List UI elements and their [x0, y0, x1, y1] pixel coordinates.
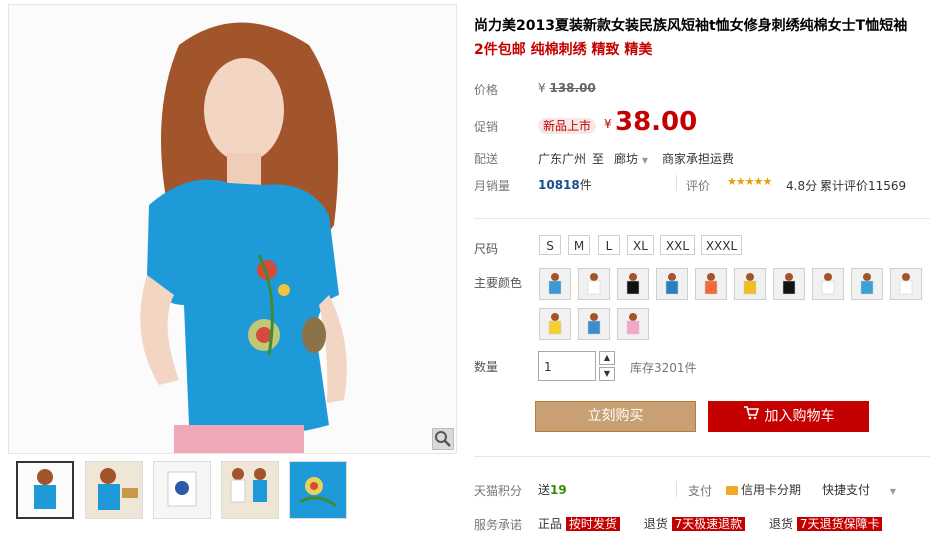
color-swatch[interactable] — [851, 268, 883, 300]
star-icon: ★★★★★ — [727, 175, 772, 188]
delivery-shipping: 商家承担运费 — [662, 152, 735, 166]
chevron-down-icon: ▼ — [641, 156, 648, 165]
color-swatch[interactable] — [734, 268, 766, 300]
credit-installment[interactable]: 信用卡分期 — [726, 481, 801, 498]
payment-divider — [676, 481, 677, 497]
review-count[interactable]: 累计评价11569 — [820, 177, 906, 194]
product-title: 尚力美2013夏装新款女装民族风短袖t恤女修身刺绣纯棉女士T恤短袖 — [474, 18, 908, 34]
color-swatch[interactable] — [578, 268, 610, 300]
delivery-label: 配送 — [474, 152, 499, 166]
delivery-destination[interactable]: 廊坊 ▼ — [614, 150, 648, 167]
sales-unit: 件 — [579, 178, 592, 192]
size-option-xxxl[interactable]: XXXL — [701, 235, 742, 255]
divider — [474, 218, 930, 219]
delivery-to-word: 至 — [592, 152, 605, 166]
rating-value: 4.8分 — [786, 179, 818, 193]
product-subtitle: 2件包邮 纯棉刺绣 精致 精美 — [474, 42, 653, 58]
points-number: 19 — [550, 483, 567, 497]
size-option-xl[interactable]: XL — [627, 235, 654, 255]
express-payment-text: 快捷支付 — [822, 483, 871, 497]
thumbnail-4[interactable] — [221, 461, 279, 519]
chevron-down-icon: ▼ — [603, 369, 611, 378]
quantity-input[interactable]: 1 — [538, 351, 596, 381]
sales-count-value: 10818 — [538, 178, 580, 192]
cart-icon — [743, 401, 759, 432]
service-item: 退货 — [643, 517, 668, 531]
original-currency: ¥ — [538, 81, 546, 95]
color-swatch[interactable] — [539, 268, 571, 300]
color-label: 主要颜色 — [474, 276, 523, 290]
size-label: 尺码 — [474, 242, 499, 256]
sales-count: 10818件 — [538, 176, 592, 193]
points-value: 送19 — [538, 481, 567, 498]
color-swatch[interactable] — [773, 268, 805, 300]
quantity-label: 数量 — [474, 360, 499, 374]
service-badge[interactable]: 按时发货 — [565, 517, 620, 531]
quantity-up-button[interactable]: ▲ — [599, 351, 615, 365]
color-swatch[interactable] — [539, 308, 571, 340]
size-option-xxl[interactable]: XXL — [660, 235, 695, 255]
main-product-image[interactable] — [8, 4, 457, 454]
payment-label: 支付 — [688, 484, 713, 498]
express-payment[interactable]: 快捷支付 ▼ — [822, 481, 896, 498]
thumbnail-3[interactable] — [153, 461, 211, 519]
rating-label: 评价 — [686, 179, 711, 193]
chevron-down-icon: ▼ — [889, 487, 896, 496]
promo-price: 38.00 — [615, 107, 698, 137]
service-item: 正品 — [538, 517, 563, 531]
size-option-s[interactable]: S — [539, 235, 561, 255]
buy-now-label: 立刻购买 — [587, 408, 644, 424]
thumbnail-5[interactable] — [289, 461, 347, 519]
points-label: 天猫积分 — [474, 484, 523, 498]
service-badge[interactable]: 7天退货保障卡 — [796, 517, 883, 531]
size-option-l[interactable]: L — [598, 235, 620, 255]
promo-label: 促销 — [474, 120, 499, 134]
add-to-cart-label: 加入购物车 — [764, 408, 835, 425]
thumbnail-2[interactable] — [85, 461, 143, 519]
quantity-down-button[interactable]: ▼ — [599, 367, 615, 381]
model-photo — [9, 5, 456, 453]
color-swatch[interactable] — [617, 308, 649, 340]
price-label: 价格 — [474, 83, 499, 97]
credit-card-icon — [726, 486, 738, 495]
add-to-cart-button[interactable]: 加入购物车 — [708, 401, 869, 432]
color-swatch[interactable] — [890, 268, 922, 300]
chevron-up-icon: ▲ — [603, 353, 611, 362]
sales-divider — [676, 175, 677, 191]
color-swatch[interactable] — [812, 268, 844, 300]
color-swatch[interactable] — [617, 268, 649, 300]
promo-badge-text: 新品上市 — [538, 118, 597, 134]
service-badge[interactable]: 7天极速退款 — [671, 517, 746, 531]
sales-label: 月销量 — [474, 179, 511, 193]
color-swatch[interactable] — [656, 268, 688, 300]
service-item: 退货 — [769, 517, 794, 531]
original-price: ¥ 138.00 — [538, 81, 596, 95]
divider — [474, 456, 930, 457]
service-items: 正品 按时发货 退货 7天极速退款 退货 7天退货保障卡 — [538, 515, 883, 532]
stock-text: 库存3201件 — [630, 361, 697, 375]
delivery-destination-text: 廊坊 — [614, 152, 639, 166]
original-price-value: 138.00 — [549, 81, 596, 95]
size-option-m[interactable]: M — [568, 235, 590, 255]
magnifier-icon[interactable] — [432, 428, 454, 450]
points-prefix: 送 — [538, 483, 551, 497]
credit-installment-text: 信用卡分期 — [741, 483, 802, 497]
color-swatch[interactable] — [578, 308, 610, 340]
color-swatch[interactable] — [695, 268, 727, 300]
buy-now-button[interactable]: 立刻购买 — [535, 401, 696, 432]
delivery-from: 广东广州 — [538, 152, 587, 166]
promo-badge: 新品上市 — [538, 115, 597, 134]
promo-currency: ¥ — [604, 117, 612, 131]
thumbnail-1[interactable] — [16, 461, 74, 519]
